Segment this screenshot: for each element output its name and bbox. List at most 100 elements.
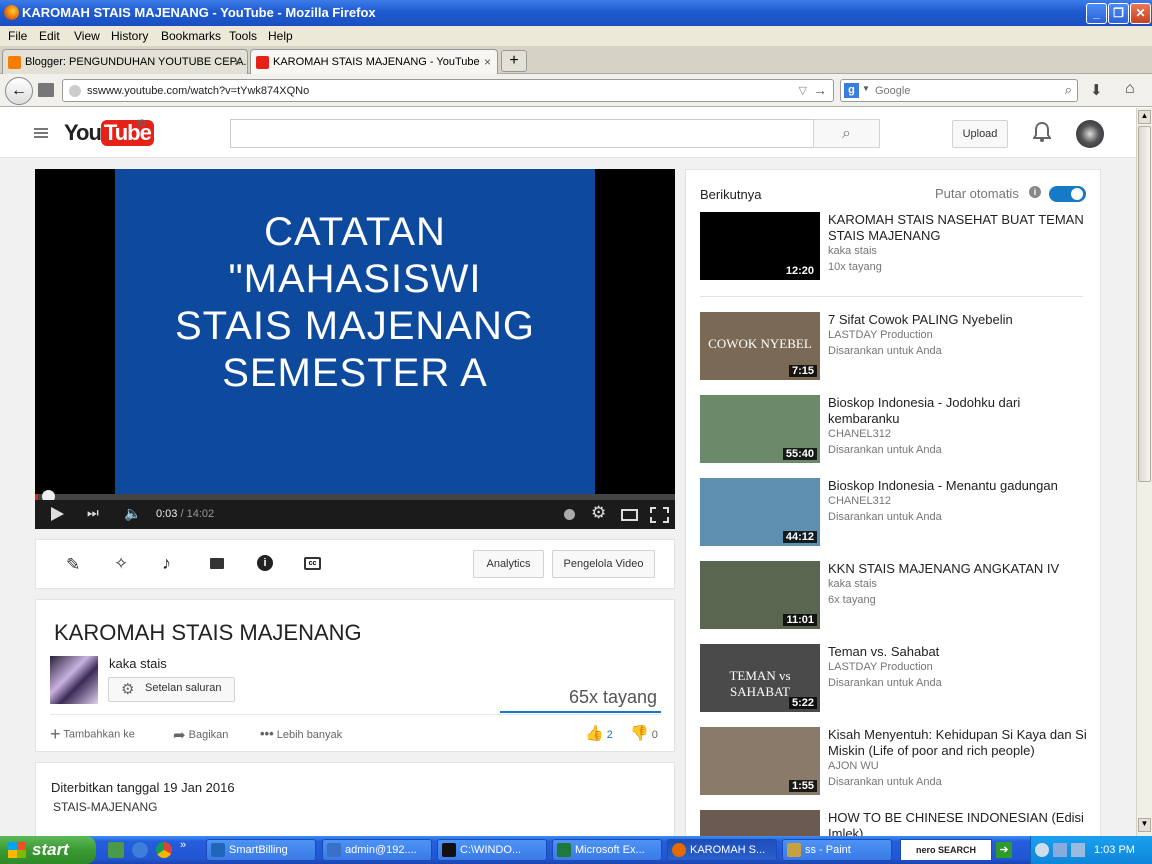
related-video-item[interactable]: COWOK NYEBEL 7:15 7 Sifat Cowok PALING Nye… (700, 312, 1090, 382)
related-video-item[interactable]: 55:40 Bioskop Indonesia - Jodohku dari ke… (700, 395, 1090, 465)
video-player[interactable]: CATATAN "MAHASISWI STAIS MAJENANG SEMEST… (35, 169, 675, 529)
related-video-title[interactable]: Teman vs. Sahabat (828, 644, 1088, 660)
related-video-title[interactable]: KKN STAIS MAJENANG ANGKATAN IV (828, 561, 1088, 577)
video-thumbnail[interactable]: 44:12 (700, 478, 820, 546)
chrome-icon[interactable] (156, 842, 172, 858)
next-icon[interactable]: ⏭ (87, 505, 99, 521)
share-button[interactable]: ➦ Bagikan (173, 726, 228, 744)
video-thumbnail[interactable]: 12:20 (700, 212, 820, 280)
download-icon[interactable]: ⬇ (1090, 81, 1103, 99)
minimize-button[interactable]: _ (1086, 3, 1107, 24)
scroll-down-arrow-icon[interactable]: ▼ (1138, 818, 1151, 832)
page-scrollbar[interactable]: ▲ ▼ (1136, 108, 1152, 836)
video-thumbnail[interactable]: TEMAN vs SAHABAT 5:22 (700, 644, 820, 712)
menu-tools[interactable]: Tools (229, 29, 257, 43)
speaker-icon[interactable] (1071, 843, 1085, 857)
video-thumbnail[interactable]: 1:55 (700, 727, 820, 795)
like-button[interactable]: 👍 2 (585, 724, 613, 742)
related-video-title[interactable]: KAROMAH STAIS NASEHAT BUAT TEMAN STAIS M… (828, 212, 1088, 244)
restore-button[interactable]: ❐ (1108, 3, 1129, 24)
more-actions-button[interactable]: ••• Lebih banyak (260, 726, 342, 741)
quicklaunch-app-icon[interactable] (108, 842, 124, 858)
avatar[interactable] (1076, 120, 1104, 148)
upload-button[interactable]: Upload (952, 120, 1008, 148)
history-grid-icon[interactable] (38, 83, 54, 97)
youtube-search-button[interactable]: ⌕ (813, 119, 880, 148)
analytics-button[interactable]: Analytics (473, 550, 544, 578)
dislike-button[interactable]: 👎 0 (630, 724, 658, 742)
related-video-title[interactable]: Bioskop Indonesia - Jodohku dari kembara… (828, 395, 1088, 427)
settings-gear-icon[interactable]: ⚙ (591, 503, 606, 523)
nero-go-arrow-icon[interactable]: ➔ (996, 842, 1012, 858)
video-thumbnail[interactable] (700, 810, 820, 836)
taskbar-item-firefox[interactable]: KAROMAH S... (667, 839, 777, 861)
related-video-item[interactable]: 44:12 Bioskop Indonesia - Menantu gadunga… (700, 478, 1090, 548)
menu-view[interactable]: View (74, 29, 100, 43)
menu-file[interactable]: File (8, 29, 27, 43)
menu-help[interactable]: Help (268, 29, 293, 43)
taskbar-item-admin[interactable]: admin@192.... (322, 839, 432, 861)
audio-note-icon[interactable]: ♪ (162, 553, 171, 574)
related-video-item[interactable]: 12:20 KAROMAH STAIS NASEHAT BUAT TEMAN ST… (700, 212, 1090, 282)
tray-expand-icon[interactable] (1035, 843, 1049, 857)
go-arrow-icon[interactable]: → (813, 82, 827, 98)
taskbar-item-smartbilling[interactable]: SmartBilling (206, 839, 316, 861)
related-video-title[interactable]: HOW TO BE CHINESE INDONESIAN (Edisi Imle… (828, 810, 1088, 836)
close-tab-icon[interactable]: × (234, 55, 241, 69)
taskbar-item-cmd[interactable]: C:\WINDO... (437, 839, 547, 861)
taskbar-item-paint[interactable]: ss - Paint (782, 839, 892, 861)
ie-icon[interactable] (132, 842, 148, 858)
related-video-title[interactable]: 7 Sifat Cowok PALING Nyebelin (828, 312, 1088, 328)
menu-history[interactable]: History (111, 29, 148, 43)
annotations-icon[interactable] (210, 558, 224, 569)
close-tab-icon[interactable]: × (484, 55, 491, 69)
taskbar-item-excel[interactable]: Microsoft Ex... (552, 839, 662, 861)
video-thumbnail[interactable]: 55:40 (700, 395, 820, 463)
search-bar[interactable]: g ▼ Google ⌕ (840, 79, 1078, 102)
magnifier-icon[interactable]: ⌕ (1065, 82, 1072, 98)
close-window-button[interactable]: ✕ (1130, 3, 1151, 24)
edit-pencil-icon[interactable]: ✎ (66, 555, 80, 575)
channel-name[interactable]: kaka stais (109, 656, 167, 671)
watch-later-icon[interactable] (564, 509, 575, 520)
video-thumbnail[interactable]: 11:01 (700, 561, 820, 629)
channel-settings-button[interactable]: ⚙ Setelan saluran (108, 677, 235, 702)
theater-mode-icon[interactable] (621, 509, 638, 521)
url-bar[interactable]: sswww.youtube.com/watch?v=tYwk874XQNo ▽ … (62, 79, 834, 102)
youtube-logo[interactable]: You Tube ID (64, 118, 154, 148)
scroll-thumb[interactable] (1138, 126, 1151, 482)
video-thumbnail[interactable]: COWOK NYEBEL 7:15 (700, 312, 820, 380)
scroll-up-arrow-icon[interactable]: ▲ (1138, 110, 1151, 124)
play-icon[interactable] (51, 507, 64, 521)
tab-youtube[interactable]: KAROMAH STAIS MAJENANG - YouTube × (250, 49, 498, 74)
nero-search-box[interactable]: nero SEARCH (900, 839, 992, 861)
menu-bookmarks[interactable]: Bookmarks (161, 29, 221, 43)
dropdown-arrow-icon[interactable]: ▽ (799, 84, 807, 97)
menu-edit[interactable]: Edit (39, 29, 60, 43)
notifications-bell-icon[interactable] (1032, 121, 1052, 143)
youtube-search-input[interactable] (230, 119, 814, 148)
captions-cc-icon[interactable]: cc (304, 557, 321, 570)
video-manager-button[interactable]: Pengelola Video (552, 550, 655, 578)
network-icon[interactable] (1053, 843, 1067, 857)
related-video-item[interactable]: 1:55 Kisah Menyentuh: Kehidupan Si Kaya d… (700, 727, 1090, 797)
related-video-title[interactable]: Kisah Menyentuh: Kehidupan Si Kaya dan S… (828, 727, 1088, 759)
engine-dropdown-icon[interactable]: ▼ (862, 84, 870, 93)
guide-menu-icon[interactable] (34, 128, 48, 138)
new-tab-button[interactable]: + (501, 50, 527, 72)
home-icon[interactable]: ⌂ (1125, 80, 1135, 98)
tab-blogger[interactable]: Blogger: PENGUNDUHAN YOUTUBE CEPA... × (2, 49, 248, 74)
enhancements-wand-icon[interactable]: ✧ (114, 554, 128, 574)
autoplay-toggle[interactable] (1049, 186, 1086, 202)
info-icon[interactable]: i (257, 555, 273, 571)
back-arrow-icon[interactable]: ← (5, 77, 33, 105)
fullscreen-icon[interactable] (650, 507, 669, 523)
google-icon[interactable]: g (844, 83, 859, 98)
related-video-item[interactable]: TEMAN vs SAHABAT 5:22 Teman vs. Sahabat LAS… (700, 644, 1090, 714)
related-video-item[interactable]: 11:01 KKN STAIS MAJENANG ANGKATAN IV kaka … (700, 561, 1090, 631)
start-button[interactable]: start (0, 836, 96, 864)
channel-avatar[interactable] (50, 656, 98, 704)
autoplay-info-icon[interactable]: i (1029, 186, 1041, 198)
related-video-item[interactable]: HOW TO BE CHINESE INDONESIAN (Edisi Imle… (700, 810, 1090, 836)
quicklaunch-overflow-icon[interactable]: » (180, 839, 186, 851)
